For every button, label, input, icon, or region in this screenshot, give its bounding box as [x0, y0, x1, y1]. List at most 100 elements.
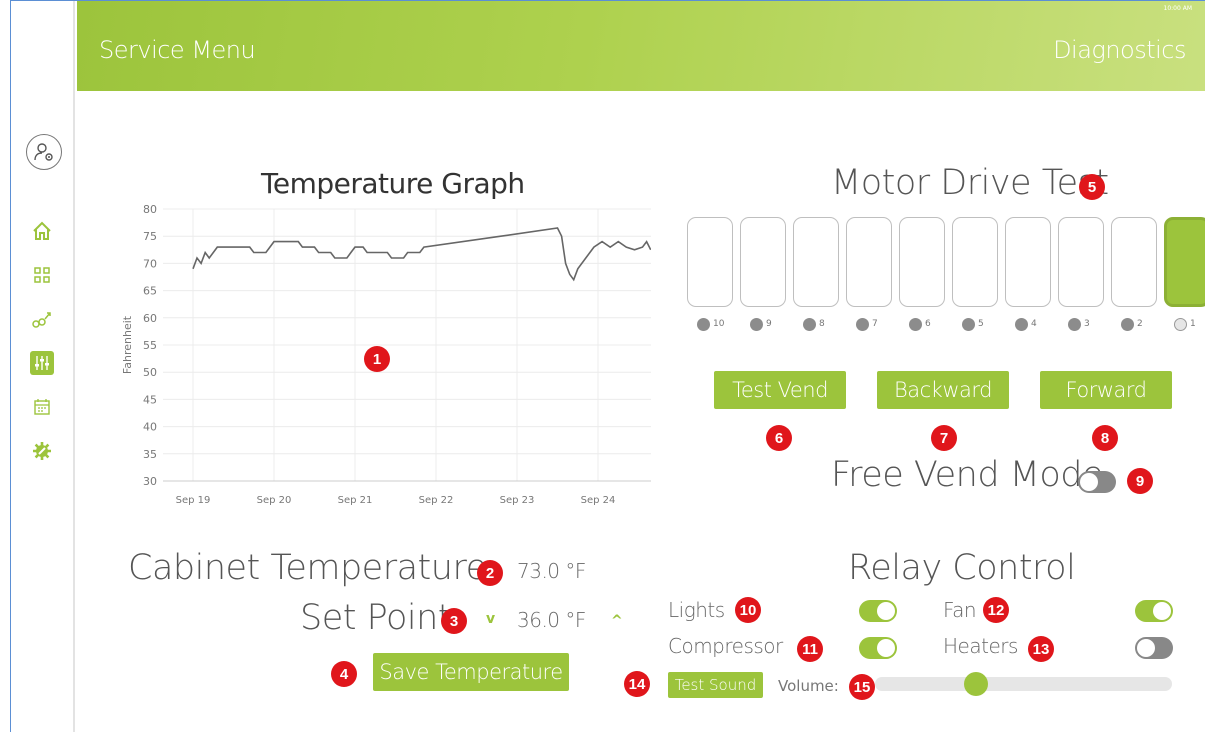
header-title: Service Menu: [99, 36, 256, 64]
volume-slider-handle[interactable]: [963, 672, 988, 696]
free-vend-mode-label: Free Vend Mode: [831, 455, 1104, 495]
diagnostics-title: Diagnostics: [1053, 36, 1186, 64]
y-axis-label: Fahrenheit: [121, 315, 134, 374]
motor-drive-test-title: Motor Drive Test: [831, 163, 1109, 203]
grid-icon[interactable]: [30, 263, 54, 287]
lights-label: Lights: [668, 598, 725, 622]
relay-control-title: Relay Control: [848, 548, 1076, 588]
status-text: 10:00 AM: [1163, 5, 1192, 12]
annotation-badge-8: 8: [1092, 425, 1118, 451]
motor-slot-label: 4: [1031, 319, 1037, 329]
home-icon[interactable]: [30, 219, 54, 243]
calendar-icon[interactable]: [30, 395, 54, 419]
motor-slot-indicator[interactable]: [1015, 318, 1028, 331]
cabinet-temperature-label: Cabinet Temperature: [128, 548, 487, 588]
annotation-badge-12: 12: [983, 597, 1009, 623]
y-tick-label: 65: [143, 285, 157, 298]
motor-slot-10[interactable]: [687, 217, 733, 307]
motor-slot-7[interactable]: [846, 217, 892, 307]
cabinet-temperature-value: 73.0 °F: [517, 559, 586, 583]
motor-slot-label: 2: [1137, 319, 1143, 329]
annotation-badge-1: 1: [364, 346, 390, 372]
app-window: Service Menu Diagnostics 10:00 AM Temper…: [10, 0, 1205, 732]
motor-slot-indicator[interactable]: [750, 318, 763, 331]
motor-slot-label: 9: [766, 319, 772, 329]
motor-slot-label: 10: [713, 319, 725, 329]
motor-slot-indicator[interactable]: [1174, 318, 1187, 331]
compressor-toggle[interactable]: [859, 637, 897, 659]
y-tick-label: 45: [143, 393, 157, 406]
fan-toggle[interactable]: [1135, 600, 1173, 622]
lights-toggle[interactable]: [859, 600, 897, 622]
header-bar: Service Menu Diagnostics 10:00 AM: [77, 1, 1205, 91]
backward-button[interactable]: Backward: [877, 371, 1009, 409]
x-tick-label: Sep 21: [338, 495, 373, 506]
fan-label: Fan: [943, 598, 977, 622]
annotation-badge-9: 9: [1127, 468, 1153, 494]
volume-label: Volume:: [778, 677, 839, 695]
save-temperature-button[interactable]: Save Temperature: [373, 653, 569, 691]
motor-slot-6[interactable]: [899, 217, 945, 307]
chevron-down-icon[interactable]: v: [486, 611, 495, 627]
motor-slot-indicator[interactable]: [803, 318, 816, 331]
y-tick-label: 30: [143, 475, 157, 488]
motor-slot-9[interactable]: [740, 217, 786, 307]
motor-slot-indicator[interactable]: [1068, 318, 1081, 331]
motor-slot-label: 8: [819, 319, 825, 329]
motor-slot-2[interactable]: [1111, 217, 1157, 307]
motor-slot-indicator[interactable]: [909, 318, 922, 331]
motor-slot-indicator[interactable]: [697, 318, 710, 331]
chevron-up-icon[interactable]: ^: [611, 613, 623, 629]
annotation-badge-10: 10: [735, 597, 761, 623]
y-tick-label: 80: [143, 203, 157, 216]
volume-slider[interactable]: [875, 672, 1172, 696]
motor-slot-indicator[interactable]: [1121, 318, 1134, 331]
toggle-knob: [1080, 473, 1098, 491]
motor-slot-8[interactable]: [793, 217, 839, 307]
y-tick-label: 55: [143, 339, 157, 352]
y-tick-label: 75: [143, 230, 157, 243]
set-point-value: 36.0 °F: [517, 608, 586, 632]
motor-slot-label: 1: [1190, 319, 1196, 329]
annotation-badge-11: 11: [797, 636, 823, 662]
annotation-badge-3: 3: [441, 608, 467, 634]
motor-slot-indicator[interactable]: [856, 318, 869, 331]
test-sound-button[interactable]: Test Sound: [668, 672, 763, 698]
annotation-badge-4: 4: [331, 661, 357, 687]
test-vend-button[interactable]: Test Vend: [714, 371, 846, 409]
sliders-icon[interactable]: [30, 351, 54, 375]
toggle-knob: [1137, 639, 1155, 657]
annotation-badge-13: 13: [1028, 636, 1054, 662]
motor-slot-3[interactable]: [1058, 217, 1104, 307]
motor-slot-1[interactable]: [1164, 217, 1205, 307]
user-settings-icon[interactable]: [26, 134, 62, 170]
annotation-badge-2: 2: [477, 560, 503, 586]
motor-slot-5[interactable]: [952, 217, 998, 307]
gear-wrench-icon[interactable]: [30, 439, 54, 463]
y-tick-label: 35: [143, 448, 157, 461]
y-tick-label: 50: [143, 366, 157, 379]
heaters-toggle[interactable]: [1135, 637, 1173, 659]
x-tick-label: Sep 24: [581, 495, 616, 506]
forward-button[interactable]: Forward: [1040, 371, 1172, 409]
toggle-knob: [877, 639, 895, 657]
motor-slot-4[interactable]: [1005, 217, 1051, 307]
compressor-label: Compressor: [668, 634, 783, 658]
motor-slot-label: 6: [925, 319, 931, 329]
motor-slot-label: 3: [1084, 319, 1090, 329]
annotation-badge-7: 7: [931, 425, 957, 451]
annotation-badge-6: 6: [766, 425, 792, 451]
y-tick-label: 40: [143, 421, 157, 434]
free-vend-toggle[interactable]: [1078, 471, 1116, 493]
toggle-knob: [877, 602, 895, 620]
annotation-badge-15: 15: [849, 674, 875, 700]
annotation-badge-14: 14: [624, 671, 650, 697]
x-tick-label: Sep 23: [500, 495, 535, 506]
x-tick-label: Sep 22: [419, 495, 454, 506]
y-tick-label: 60: [143, 312, 157, 325]
sales-chart-icon[interactable]: [30, 307, 54, 331]
annotation-badge-5: 5: [1079, 174, 1105, 200]
temperature-graph-title: Temperature Graph: [261, 167, 525, 200]
motor-slot-indicator[interactable]: [962, 318, 975, 331]
set-point-label: Set Point: [300, 598, 452, 638]
